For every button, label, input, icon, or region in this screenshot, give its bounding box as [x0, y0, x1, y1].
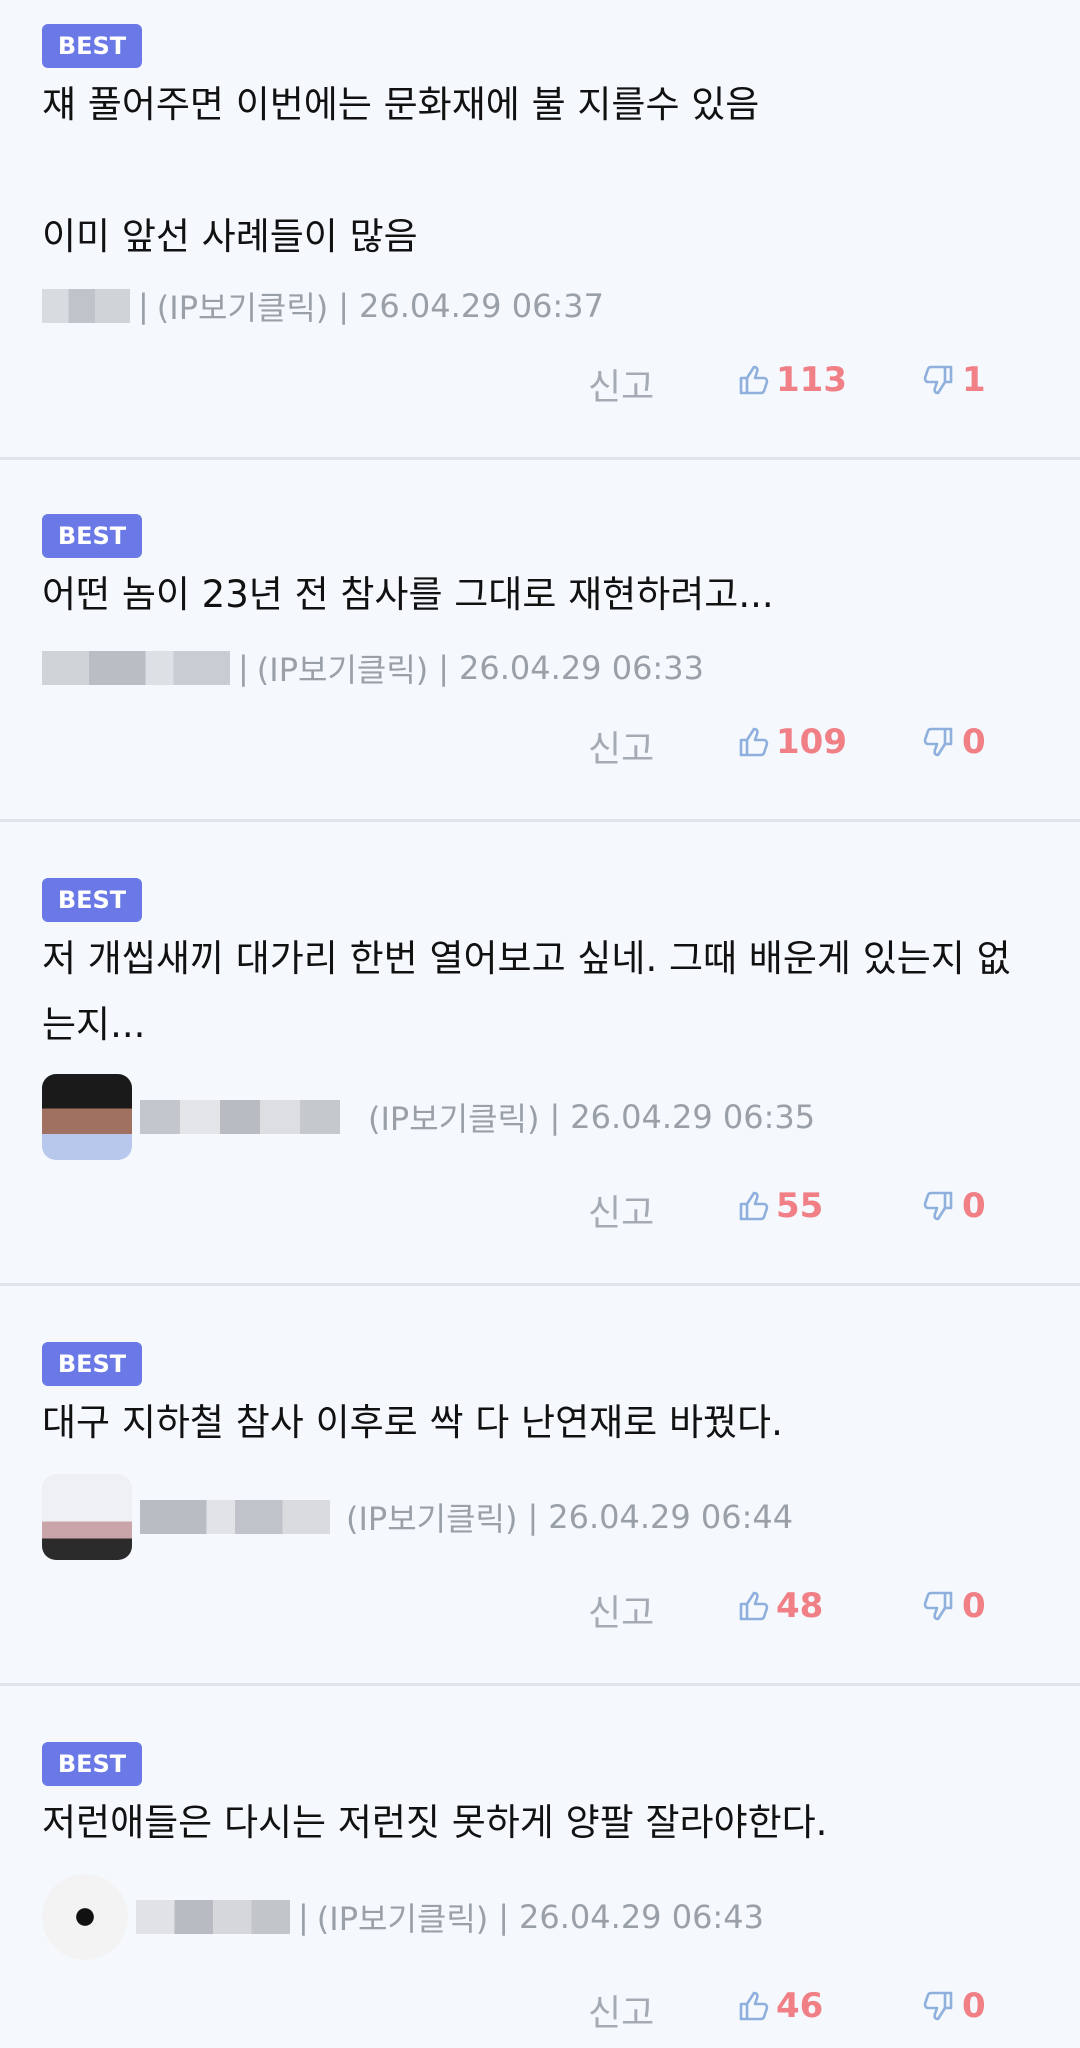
thumbs-up-icon: [736, 363, 770, 397]
dislike-button[interactable]: 0: [922, 1986, 986, 2026]
dislike-count: 0: [962, 1586, 986, 1626]
comment-actions: 신고 55 0: [0, 1178, 1080, 1238]
dislike-button[interactable]: 0: [922, 1586, 986, 1626]
comment-item: BEST 저런애들은 다시는 저런짓 못하게 양팔 잘라야한다. | (IP보기…: [0, 1686, 1080, 2048]
like-count: 55: [776, 1186, 824, 1226]
like-count: 113: [776, 360, 847, 400]
comment-item: BEST 어떤 놈이 23년 전 참사를 그대로 재현하려고... | (IP보…: [0, 460, 1080, 822]
dislike-count: 0: [962, 1986, 986, 2026]
meta-separator: |: [298, 1898, 309, 1936]
best-badge: BEST: [42, 514, 142, 558]
report-button[interactable]: 신고: [588, 358, 654, 410]
meta-separator: |: [527, 1498, 539, 1536]
comment-meta: | (IP보기클릭) | 26.04.29 06:33: [42, 644, 704, 692]
comment-actions: 신고 46 0: [0, 1978, 1080, 2038]
dislike-button[interactable]: 1: [922, 360, 986, 400]
comment-item: BEST 대구 지하철 참사 이후로 싹 다 난연재로 바꿨다. (IP보기클릭…: [0, 1286, 1080, 1686]
thumbs-down-icon: [922, 1189, 956, 1223]
like-button[interactable]: 46: [736, 1986, 823, 2026]
comment-date: 26.04.29 06:37: [359, 287, 604, 325]
dislike-button[interactable]: 0: [922, 1186, 986, 1226]
ip-link[interactable]: (IP보기클릭): [346, 1494, 517, 1540]
thumbs-down-icon: [922, 1989, 956, 2023]
comment-date: 26.04.29 06:33: [459, 649, 704, 687]
comment-text: 저런애들은 다시는 저런짓 못하게 양팔 잘라야한다.: [42, 1801, 828, 1844]
blurred-nickname[interactable]: [42, 651, 230, 685]
comment-text: 저 개씹새끼 대가리 한번 열어보고 싶네. 그때 배운게 있는지 없는지...: [42, 937, 1011, 1046]
like-button[interactable]: 55: [736, 1186, 823, 1226]
comment-item: BEST 저 개씹새끼 대가리 한번 열어보고 싶네. 그때 배운게 있는지 없…: [0, 822, 1080, 1286]
ip-link[interactable]: (IP보기클릭): [317, 1894, 488, 1940]
comment-date: 26.04.29 06:43: [519, 1898, 764, 1936]
report-button[interactable]: 신고: [588, 720, 654, 772]
ip-link[interactable]: (IP보기클릭): [257, 645, 428, 691]
best-badge: BEST: [42, 1742, 142, 1786]
like-count: 46: [776, 1986, 824, 2026]
like-button[interactable]: 48: [736, 1586, 823, 1626]
dislike-button[interactable]: 0: [922, 722, 986, 762]
avatar: [42, 1874, 128, 1960]
comment-meta: | (IP보기클릭) | 26.04.29 06:37: [42, 282, 604, 330]
ip-link[interactable]: (IP보기클릭): [157, 283, 328, 329]
dislike-count: 0: [962, 1186, 986, 1226]
comment-actions: 신고 113 1: [0, 352, 1080, 412]
blurred-nickname[interactable]: [42, 289, 130, 323]
thumbs-down-icon: [922, 363, 956, 397]
meta-separator: |: [238, 649, 249, 687]
comment-text: 쟤 풀어주면 이번에는 문화재에 불 지를수 있음 이미 앞선 사례들이 많음: [42, 83, 760, 258]
blurred-nickname[interactable]: [136, 1900, 290, 1934]
thumbs-up-icon: [736, 1189, 770, 1223]
thumbs-up-icon: [736, 1589, 770, 1623]
best-badge: BEST: [42, 24, 142, 68]
comment-meta: (IP보기클릭) | 26.04.29 06:44: [42, 1472, 793, 1562]
thumbs-down-icon: [922, 1589, 956, 1623]
report-button[interactable]: 신고: [588, 1984, 654, 2036]
thumbs-up-icon: [736, 725, 770, 759]
comment-actions: 신고 109 0: [0, 714, 1080, 774]
like-count: 109: [776, 722, 847, 762]
dislike-count: 1: [962, 360, 986, 400]
best-badge: BEST: [42, 1342, 142, 1386]
comment-meta: | (IP보기클릭) | 26.04.29 06:43: [42, 1872, 764, 1962]
meta-separator: |: [138, 287, 149, 325]
meta-separator: |: [338, 287, 350, 325]
report-button[interactable]: 신고: [588, 1584, 654, 1636]
avatar: [42, 1074, 132, 1160]
blurred-nickname[interactable]: [140, 1500, 330, 1534]
best-badge: BEST: [42, 878, 142, 922]
like-button[interactable]: 109: [736, 722, 847, 762]
comment-actions: 신고 48 0: [0, 1578, 1080, 1638]
meta-separator: |: [498, 1898, 510, 1936]
dislike-count: 0: [962, 722, 986, 762]
blurred-nickname[interactable]: [140, 1100, 340, 1134]
comment-text: 어떤 놈이 23년 전 참사를 그대로 재현하려고...: [42, 573, 774, 616]
avatar: [42, 1474, 132, 1560]
thumbs-down-icon: [922, 725, 956, 759]
like-count: 48: [776, 1586, 824, 1626]
meta-separator: |: [438, 649, 450, 687]
comment-text: 대구 지하철 참사 이후로 싹 다 난연재로 바꿨다.: [42, 1401, 783, 1444]
meta-separator: |: [549, 1098, 561, 1136]
comment-date: 26.04.29 06:44: [548, 1498, 794, 1536]
comment-item: BEST 쟤 풀어주면 이번에는 문화재에 불 지를수 있음 이미 앞선 사례들…: [0, 0, 1080, 460]
report-button[interactable]: 신고: [588, 1184, 654, 1236]
comment-date: 26.04.29 06:35: [570, 1098, 816, 1136]
thumbs-up-icon: [736, 1989, 770, 2023]
comment-meta: (IP보기클릭) | 26.04.29 06:35: [42, 1072, 815, 1162]
ip-link[interactable]: (IP보기클릭): [368, 1094, 539, 1140]
like-button[interactable]: 113: [736, 360, 847, 400]
